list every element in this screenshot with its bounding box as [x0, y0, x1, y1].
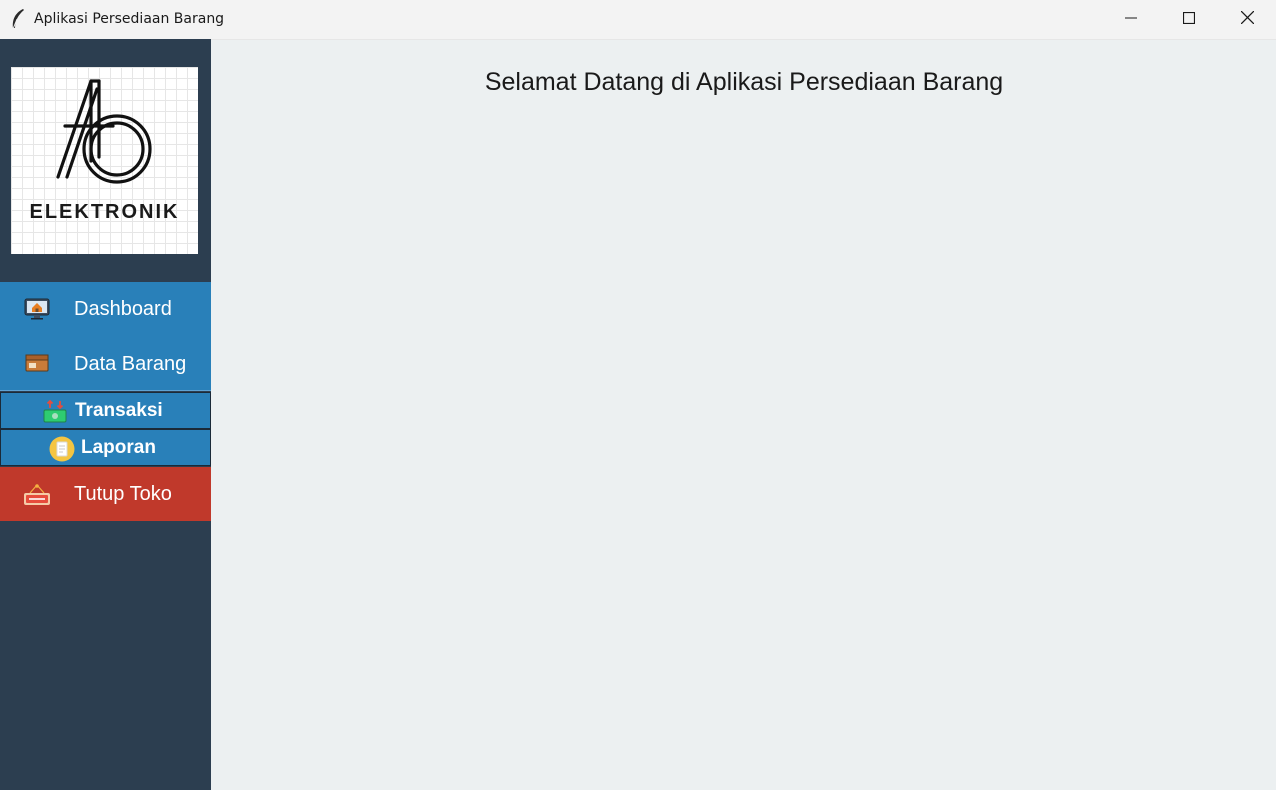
sidebar-item-label: Tutup Toko: [74, 483, 172, 505]
minimize-icon: [1125, 11, 1137, 29]
window-titlebar: Aplikasi Persediaan Barang: [0, 0, 1276, 40]
sidebar-item-tutup-toko[interactable]: Tutup Toko: [0, 467, 211, 521]
sidebar-item-label: Transaksi: [75, 400, 163, 421]
minimize-button[interactable]: [1102, 0, 1160, 39]
logo-text: ELEKTRONIK: [29, 201, 180, 223]
close-icon: [1240, 10, 1254, 29]
sidebar-item-label: Data Barang: [74, 353, 187, 375]
sidebar-item-label: Laporan: [81, 437, 156, 458]
closed-sign-icon: [23, 484, 51, 511]
money-transfer-icon: [43, 399, 67, 428]
report-icon: [49, 436, 75, 467]
window-title: Aplikasi Persediaan Barang: [34, 11, 225, 27]
close-button[interactable]: [1218, 0, 1276, 39]
ab-monogram-icon: [56, 79, 152, 184]
box-icon: [24, 352, 50, 379]
sidebar: ELEKTRONIK Dashboard Data Barang Transak…: [0, 39, 211, 790]
monitor-home-icon: [24, 298, 50, 325]
feather-icon: [9, 8, 27, 30]
sidebar-item-transaksi[interactable]: Transaksi: [0, 392, 211, 429]
store-logo: ELEKTRONIK: [11, 67, 198, 254]
sidebar-item-label: Dashboard: [74, 298, 172, 320]
maximize-button[interactable]: [1160, 0, 1218, 39]
sidebar-item-dashboard[interactable]: Dashboard: [0, 282, 211, 337]
maximize-icon: [1182, 11, 1196, 29]
sidebar-item-laporan[interactable]: Laporan: [0, 429, 211, 466]
sidebar-item-data-barang[interactable]: Data Barang: [0, 337, 211, 391]
welcome-heading: Selamat Datang di Aplikasi Persediaan Ba…: [484, 68, 1004, 96]
